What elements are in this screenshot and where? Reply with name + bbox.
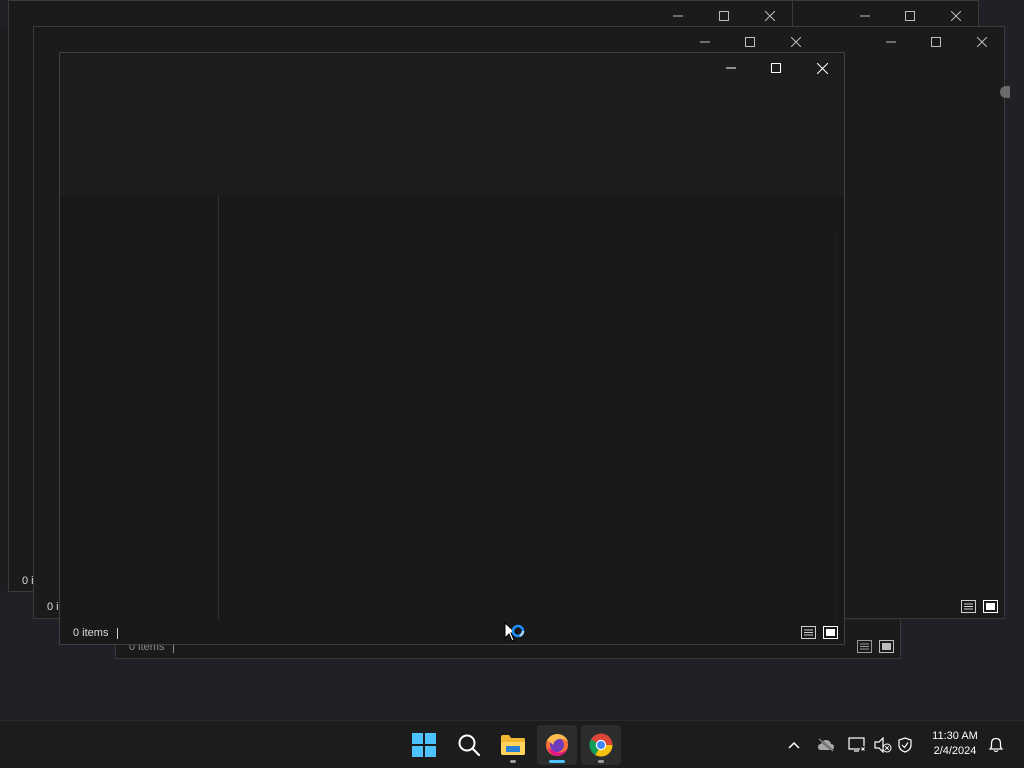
close-icon	[791, 37, 801, 47]
details-view-icon	[856, 639, 872, 653]
maximize-icon	[745, 37, 755, 47]
network-button[interactable]	[847, 735, 867, 755]
notification-bell-icon	[988, 737, 1004, 753]
toggle-knob	[1000, 86, 1010, 98]
desktop: 0 i 0 i 0 items 0 items	[0, 0, 1024, 720]
active-indicator	[549, 760, 565, 763]
security-button[interactable]	[896, 735, 916, 755]
close-button-2[interactable]	[959, 27, 1005, 57]
busy-cursor	[504, 621, 530, 652]
close-icon	[951, 11, 961, 21]
clock[interactable]: 11:30 AM 2/4/2024	[924, 729, 986, 759]
minimize-icon	[886, 41, 896, 43]
firefox-icon	[546, 734, 568, 756]
tiles-view-button[interactable]	[878, 639, 894, 653]
minimize-icon	[860, 15, 870, 17]
network-icon	[848, 737, 866, 752]
maximize-button[interactable]	[753, 53, 799, 83]
item-count: 0 i	[22, 575, 34, 587]
file-explorer-button[interactable]	[493, 725, 533, 765]
maximize-button-2[interactable]	[913, 27, 959, 57]
close-button[interactable]	[799, 53, 845, 83]
explorer-window-front[interactable]: 0 items	[59, 52, 845, 645]
windows-logo-icon	[412, 733, 436, 757]
minimize-icon	[673, 15, 683, 17]
folder-icon	[501, 735, 525, 755]
navigation-pane-divider[interactable]	[218, 195, 219, 620]
chrome-icon	[589, 733, 613, 757]
item-count: 0 items	[73, 627, 109, 639]
details-view-icon	[800, 625, 816, 639]
maximize-icon	[719, 11, 729, 21]
show-hidden-icons-button[interactable]	[784, 735, 804, 755]
search-button[interactable]	[449, 725, 489, 765]
item-count: 0 i	[47, 601, 59, 613]
cloud-offline-icon	[818, 738, 834, 752]
details-view-button[interactable]	[856, 639, 872, 653]
tiles-view-button[interactable]	[982, 599, 998, 613]
content-right-edge	[836, 233, 837, 621]
status-bar: 0 items	[60, 621, 844, 645]
start-button[interactable]	[404, 725, 444, 765]
large-icons-view-icon	[982, 599, 998, 613]
taskbar: 11:30 AM 2/4/2024	[0, 720, 1024, 768]
close-icon	[765, 11, 775, 21]
details-view-button[interactable]	[800, 625, 816, 639]
onedrive-button[interactable]	[816, 735, 836, 755]
minimize-button-2[interactable]	[868, 27, 914, 57]
maximize-icon	[905, 11, 915, 21]
minimize-icon	[700, 41, 710, 43]
chrome-button[interactable]	[581, 725, 621, 765]
large-icons-view-icon	[878, 639, 894, 653]
firefox-button[interactable]	[537, 725, 577, 765]
search-icon	[458, 734, 481, 757]
shield-warning-icon	[898, 737, 912, 753]
view-buttons	[800, 625, 838, 639]
minimize-icon	[726, 67, 736, 69]
volume-button[interactable]	[873, 735, 893, 755]
tiles-view-button[interactable]	[822, 625, 838, 639]
maximize-icon	[931, 37, 941, 47]
busy-cursor-icon	[504, 621, 525, 642]
volume-muted-icon	[874, 737, 892, 753]
view-buttons	[856, 639, 894, 653]
view-buttons	[960, 599, 998, 613]
status-separator	[117, 627, 119, 639]
close-icon	[977, 37, 987, 47]
running-indicator	[510, 760, 516, 763]
large-icons-view-icon	[822, 625, 838, 639]
notifications-button[interactable]	[986, 735, 1006, 755]
chevron-up-icon	[788, 741, 800, 749]
running-indicator	[598, 760, 604, 763]
minimize-button[interactable]	[708, 53, 754, 83]
clock-date: 2/4/2024	[933, 745, 977, 757]
details-view-button[interactable]	[960, 599, 976, 613]
maximize-icon	[771, 63, 781, 73]
close-icon	[816, 62, 828, 74]
details-view-icon	[960, 599, 976, 613]
clock-time: 11:30 AM	[932, 730, 978, 742]
